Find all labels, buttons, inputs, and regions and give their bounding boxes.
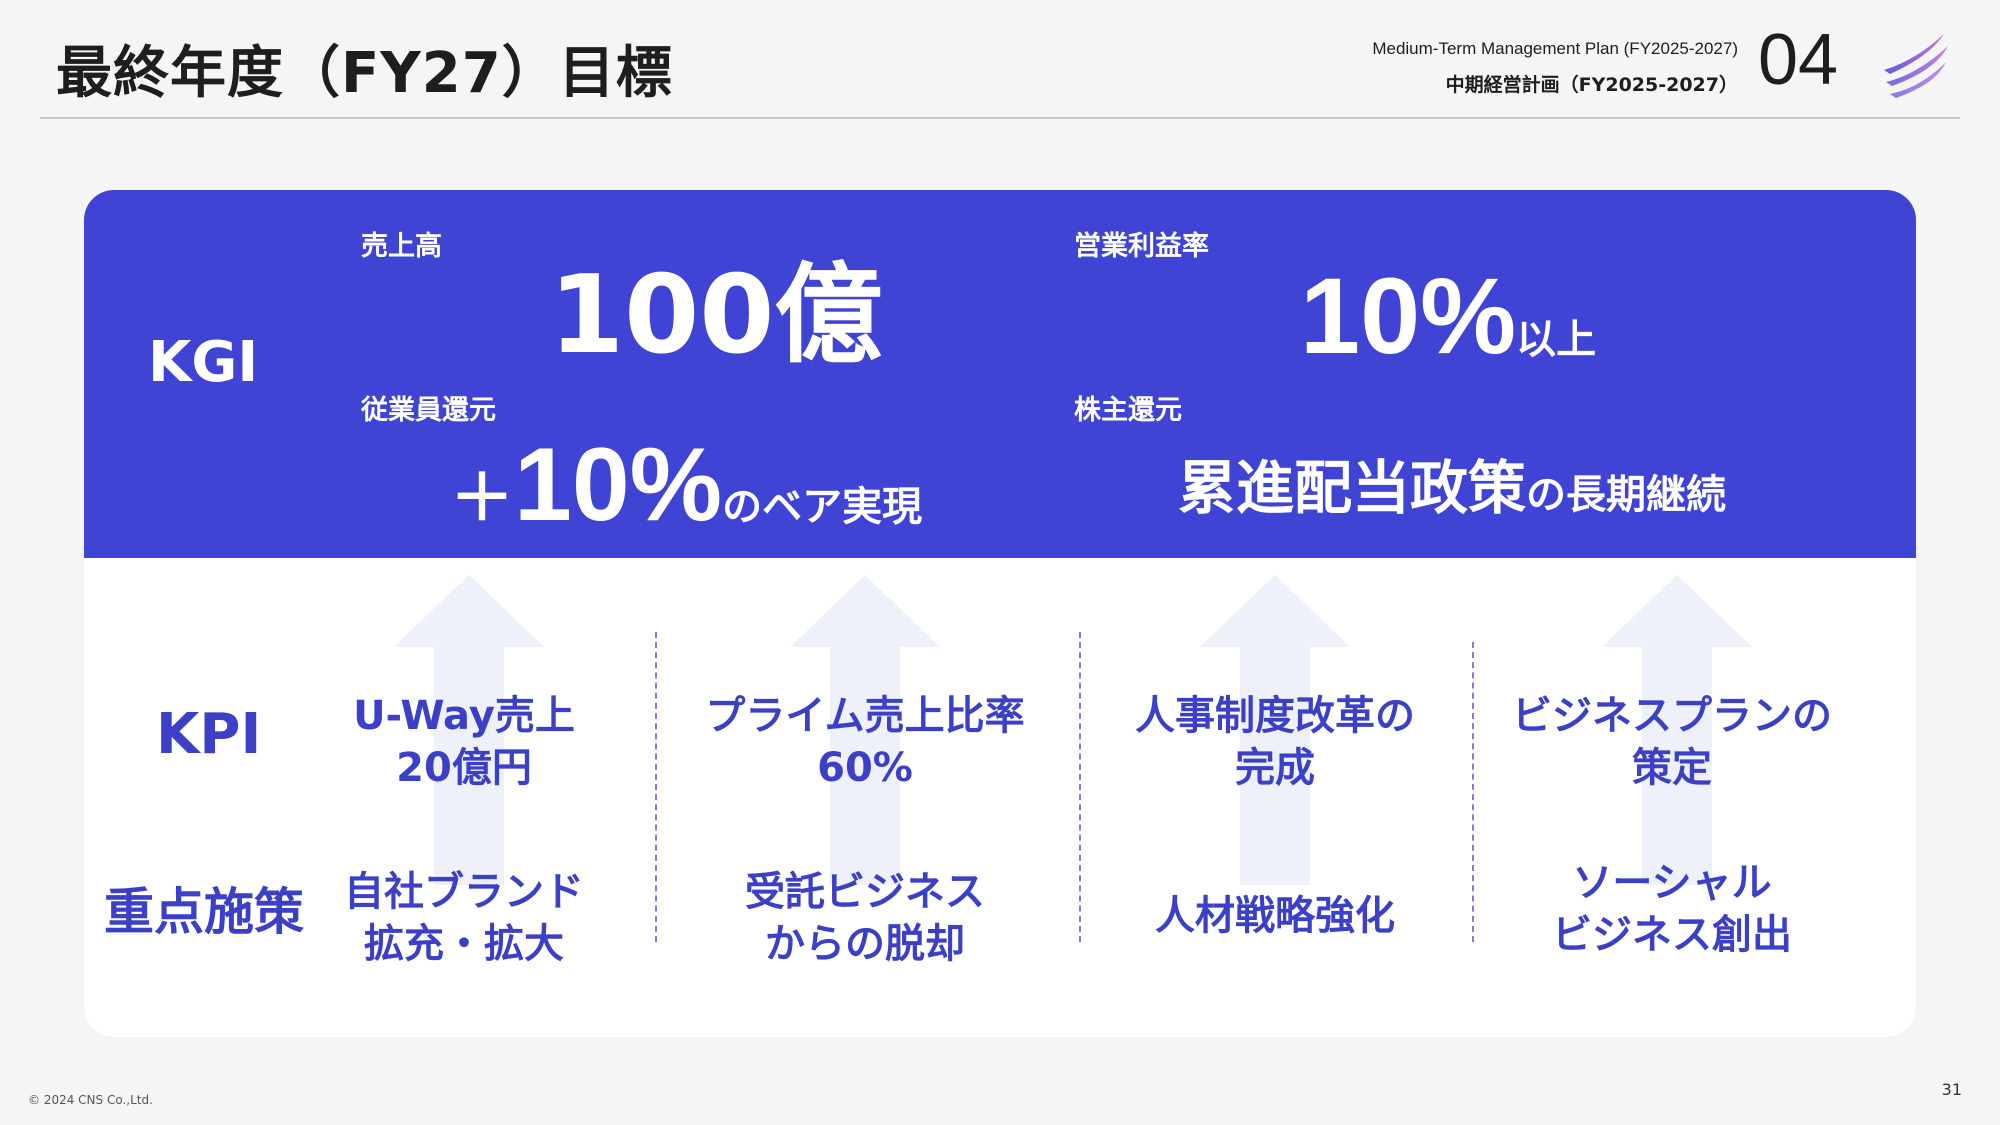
kpi-item: 人事制度改革の 完成 <box>1085 690 1465 794</box>
measures-row-label: 重点施策 <box>104 883 304 941</box>
employee-group: ＋10%のベア実現 <box>450 430 922 570</box>
kpi-line: 人事制度改革の <box>1135 693 1415 739</box>
measure-item: 人材戦略強化 <box>1095 890 1455 942</box>
column-divider <box>1079 632 1081 942</box>
measure-line: ビジネス創出 <box>1552 912 1792 958</box>
measure-line: 自社ブランド <box>344 869 584 915</box>
measure-line: からの脱却 <box>765 921 965 967</box>
shareholder-label: 株主還元 <box>1074 395 1182 426</box>
company-logo-icon <box>1884 34 1948 98</box>
kpi-item: ビジネスプランの 策定 <box>1482 690 1862 794</box>
employee-suffix: のベア実現 <box>722 484 923 530</box>
employee-prefix: ＋ <box>450 462 514 536</box>
plan-title-jp: 中期経営計画（FY2025-2027） <box>1445 74 1738 96</box>
kgi-band: KGI 売上高 100億 営業利益率 10%以上 従業員還元 ＋10%のベア実現… <box>84 190 1916 558</box>
shareholder-group: 累進配当政策の長期継続 <box>1178 448 1726 543</box>
shareholder-suffix: の長期継続 <box>1526 472 1727 518</box>
kpi-item: プライム売上比率 60% <box>675 690 1055 794</box>
measure-line: 受託ビジネス <box>745 869 985 915</box>
kpi-line: U-Way売上 <box>353 693 575 739</box>
kgi-label: KGI <box>148 330 259 395</box>
shareholder-value: 累進配当政策 <box>1178 454 1527 522</box>
kpi-line: ビジネスプランの <box>1512 693 1832 739</box>
page-title: 最終年度（FY27）目標 <box>56 41 673 106</box>
kpi-line: 完成 <box>1235 745 1315 791</box>
copyright: © 2024 CNS Co.,Ltd. <box>28 1093 153 1107</box>
kpi-line: 20億円 <box>396 745 532 791</box>
measure-item: 受託ビジネス からの脱却 <box>685 866 1045 970</box>
employee-value: 10% <box>514 427 723 543</box>
sales-value: 100億 <box>549 253 883 378</box>
measure-item: ソーシャル ビジネス創出 <box>1492 857 1852 961</box>
employee-label: 従業員還元 <box>361 395 496 426</box>
kpi-line: 策定 <box>1632 745 1712 791</box>
column-divider <box>655 632 657 942</box>
chapter-number: 04 <box>1758 20 1839 100</box>
kpi-row-label: KPI <box>156 702 262 767</box>
measure-line: 拡充・拡大 <box>364 921 564 967</box>
op-margin-label: 営業利益率 <box>1074 231 1209 262</box>
plan-title-en: Medium-Term Management Plan (FY2025-2027… <box>1372 39 1738 58</box>
kpi-line: プライム売上比率 <box>705 693 1025 739</box>
goals-card: KGI 売上高 100億 営業利益率 10%以上 従業員還元 ＋10%のベア実現… <box>84 190 1916 1037</box>
op-margin-suffix: 以上 <box>1516 317 1597 363</box>
measure-item: 自社ブランド 拡充・拡大 <box>284 866 644 970</box>
kpi-line: 60% <box>817 745 913 791</box>
header-divider <box>40 117 1960 119</box>
page-number: 31 <box>1941 1080 1962 1099</box>
column-divider <box>1472 642 1474 942</box>
measure-line: ソーシャル <box>1572 860 1772 906</box>
sales-label: 売上高 <box>361 231 442 262</box>
op-margin-group: 10%以上 <box>1300 256 1596 408</box>
measure-line: 人材戦略強化 <box>1155 893 1395 939</box>
kpi-item: U-Way売上 20億円 <box>284 690 644 794</box>
op-margin-value: 10% <box>1300 255 1517 376</box>
